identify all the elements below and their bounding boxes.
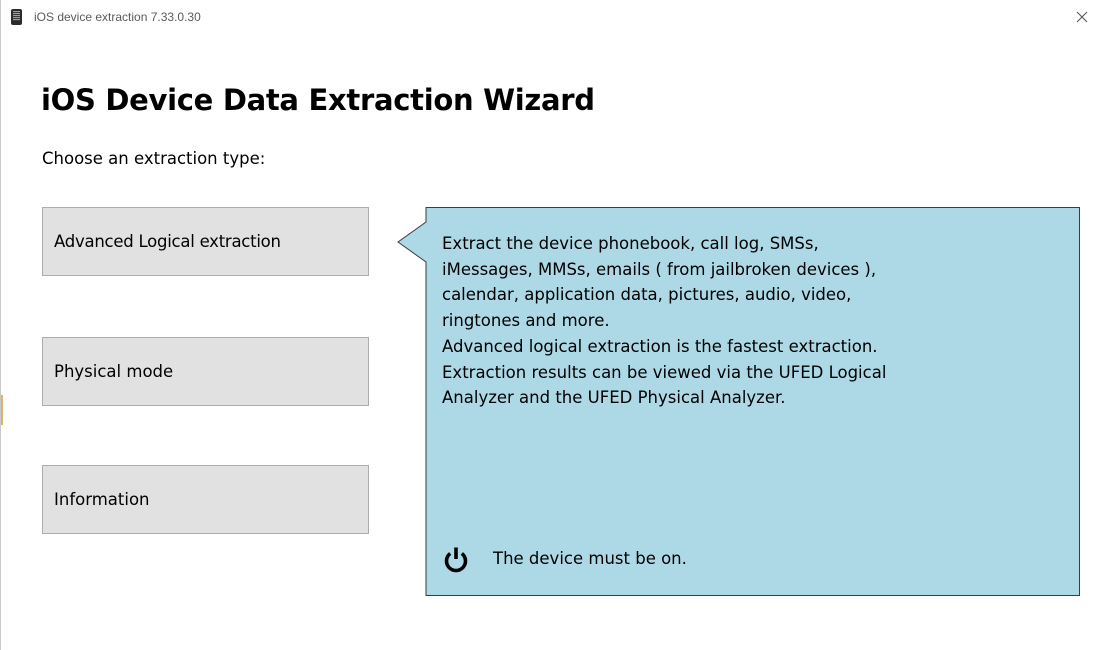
phone-device-icon [11, 9, 22, 25]
window-title: iOS device extraction 7.33.0.30 [34, 10, 201, 24]
power-icon [444, 547, 468, 573]
wizard-heading: iOS Device Data Extraction Wizard [41, 83, 595, 117]
description-text: Extract the device phonebook, call log, … [442, 234, 887, 408]
close-button[interactable] [1069, 4, 1095, 30]
device-notice-text: The device must be on. [493, 549, 687, 568]
window-edge-accent [1, 395, 3, 425]
extraction-type-prompt: Choose an extraction type: [42, 149, 266, 168]
information-button[interactable]: Information [42, 465, 369, 534]
extraction-window: iOS device extraction 7.33.0.30 iOS Devi… [0, 0, 1097, 650]
advanced-logical-extraction-label: Advanced Logical extraction [54, 232, 281, 251]
description-panel: Extract the device phonebook, call log, … [394, 207, 1080, 596]
advanced-logical-extraction-button[interactable]: Advanced Logical extraction [42, 207, 369, 276]
physical-mode-button[interactable]: Physical mode [42, 337, 369, 406]
title-bar: iOS device extraction 7.33.0.30 [1, 0, 1097, 34]
physical-mode-label: Physical mode [54, 362, 174, 381]
close-icon [1076, 11, 1088, 23]
information-label: Information [54, 490, 150, 509]
